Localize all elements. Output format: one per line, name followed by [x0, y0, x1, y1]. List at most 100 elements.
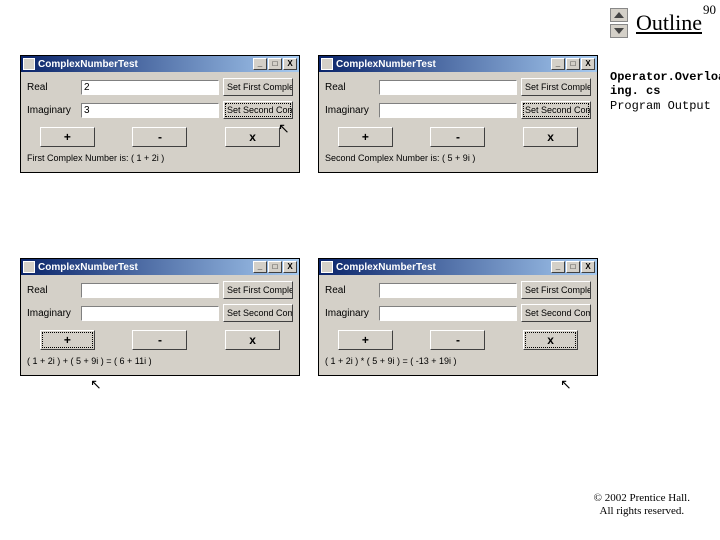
footer: © 2002 Prentice Hall. All rights reserve… — [594, 492, 690, 518]
imag-row: Imaginary Set Second Complex Number — [325, 101, 591, 119]
multiply-button[interactable]: x — [523, 330, 578, 350]
real-input[interactable] — [379, 80, 517, 95]
multiply-button[interactable]: x — [225, 330, 280, 350]
info-line-3: Program Output — [610, 99, 720, 113]
client-area: Real Set First Complex Number Imaginary … — [319, 72, 597, 172]
plus-button[interactable]: + — [40, 127, 95, 147]
real-input[interactable] — [81, 283, 219, 298]
nav-down-button[interactable] — [610, 24, 628, 38]
maximize-button[interactable]: □ — [268, 58, 282, 70]
minus-button[interactable]: - — [132, 330, 187, 350]
set-second-button[interactable]: Set Second Complex Number — [223, 304, 293, 322]
window-buttons: _ □ X — [551, 261, 595, 273]
arrow-down-icon — [614, 28, 624, 34]
real-input[interactable] — [81, 80, 219, 95]
titlebar[interactable]: ComplexNumberTest _ □ X — [319, 259, 597, 275]
window-buttons: _ □ X — [551, 58, 595, 70]
app-window: ComplexNumberTest _ □ X Real Set First C… — [20, 55, 300, 173]
outline-link[interactable]: Outline — [636, 10, 702, 36]
app-window: ComplexNumberTest _ □ X Real Set First C… — [318, 258, 598, 376]
imag-row: Imaginary Set Second Complex Number — [27, 304, 293, 322]
set-first-button[interactable]: Set First Complex Number — [223, 78, 293, 96]
real-label: Real — [27, 82, 77, 93]
copyright-line-2: All rights reserved. — [594, 505, 690, 518]
app-icon — [23, 261, 35, 273]
plus-button[interactable]: + — [338, 127, 393, 147]
maximize-button[interactable]: □ — [566, 261, 580, 273]
imaginary-input[interactable] — [379, 103, 517, 118]
imag-row: Imaginary Set Second Complex Number — [27, 101, 293, 119]
real-input[interactable] — [379, 283, 517, 298]
operator-row: + - x — [325, 330, 591, 350]
set-first-button[interactable]: Set First Complex Number — [521, 281, 591, 299]
maximize-button[interactable]: □ — [566, 58, 580, 70]
app-icon — [321, 58, 333, 70]
minimize-button[interactable]: _ — [551, 58, 565, 70]
app-icon — [23, 58, 35, 70]
window-title: ComplexNumberTest — [336, 59, 551, 70]
imaginary-label: Imaginary — [27, 308, 77, 319]
close-button[interactable]: X — [581, 58, 595, 70]
windows-grid: ComplexNumberTest _ □ X Real Set First C… — [20, 55, 600, 461]
imaginary-input[interactable] — [81, 103, 219, 118]
arrow-up-icon — [614, 12, 624, 18]
minus-button[interactable]: - — [132, 127, 187, 147]
status-line: ( 1 + 2i ) + ( 5 + 9i ) = ( 6 + 11i ) — [27, 356, 293, 367]
plus-button[interactable]: + — [338, 330, 393, 350]
close-button[interactable]: X — [581, 261, 595, 273]
header-controls: Outline — [610, 8, 702, 38]
nav-up-button[interactable] — [610, 8, 628, 22]
plus-button[interactable]: + — [40, 330, 95, 350]
info-line-2: ing. cs — [610, 84, 720, 98]
minimize-button[interactable]: _ — [253, 261, 267, 273]
set-first-button[interactable]: Set First Complex Number — [223, 281, 293, 299]
set-second-button[interactable]: Set Second Complex Number — [521, 304, 591, 322]
real-row: Real Set First Complex Number — [27, 281, 293, 299]
window-title: ComplexNumberTest — [38, 59, 253, 70]
multiply-button[interactable]: x — [225, 127, 280, 147]
titlebar[interactable]: ComplexNumberTest _ □ X — [21, 56, 299, 72]
minus-button[interactable]: - — [430, 127, 485, 147]
client-area: Real Set First Complex Number Imaginary … — [21, 72, 299, 172]
program-info: Operator.Overload ing. cs Program Output — [610, 70, 720, 113]
client-area: Real Set First Complex Number Imaginary … — [319, 275, 597, 375]
set-first-button[interactable]: Set First Complex Number — [521, 78, 591, 96]
titlebar[interactable]: ComplexNumberTest _ □ X — [21, 259, 299, 275]
real-label: Real — [325, 82, 375, 93]
close-button[interactable]: X — [283, 261, 297, 273]
window-buttons: _ □ X — [253, 58, 297, 70]
imaginary-label: Imaginary — [27, 105, 77, 116]
titlebar[interactable]: ComplexNumberTest _ □ X — [319, 56, 597, 72]
real-row: Real Set First Complex Number — [325, 78, 591, 96]
imaginary-label: Imaginary — [325, 105, 375, 116]
multiply-button[interactable]: x — [523, 127, 578, 147]
imag-row: Imaginary Set Second Complex Number — [325, 304, 591, 322]
window-title: ComplexNumberTest — [38, 262, 253, 273]
status-line: ( 1 + 2i ) * ( 5 + 9i ) = ( -13 + 19i ) — [325, 356, 591, 367]
app-window: ComplexNumberTest _ □ X Real Set First C… — [318, 55, 598, 173]
nav-arrows — [610, 8, 628, 38]
app-window: ComplexNumberTest _ □ X Real Set First C… — [20, 258, 300, 376]
window-title: ComplexNumberTest — [336, 262, 551, 273]
real-label: Real — [325, 285, 375, 296]
grid-row: ComplexNumberTest _ □ X Real Set First C… — [20, 258, 600, 376]
close-button[interactable]: X — [283, 58, 297, 70]
set-second-button[interactable]: Set Second Complex Number — [521, 101, 591, 119]
minus-button[interactable]: - — [430, 330, 485, 350]
set-second-button[interactable]: Set Second Complex Number — [223, 101, 293, 119]
real-label: Real — [27, 285, 77, 296]
status-line: First Complex Number is: ( 1 + 2i ) — [27, 153, 293, 164]
real-row: Real Set First Complex Number — [325, 281, 591, 299]
minimize-button[interactable]: _ — [551, 261, 565, 273]
window-buttons: _ □ X — [253, 261, 297, 273]
operator-row: + - x — [27, 330, 293, 350]
operator-row: + - x — [325, 127, 591, 147]
info-line-1: Operator.Overload — [610, 70, 720, 84]
maximize-button[interactable]: □ — [268, 261, 282, 273]
imaginary-input[interactable] — [81, 306, 219, 321]
imaginary-input[interactable] — [379, 306, 517, 321]
page-number: 90 — [703, 2, 716, 18]
minimize-button[interactable]: _ — [253, 58, 267, 70]
real-row: Real Set First Complex Number — [27, 78, 293, 96]
client-area: Real Set First Complex Number Imaginary … — [21, 275, 299, 375]
